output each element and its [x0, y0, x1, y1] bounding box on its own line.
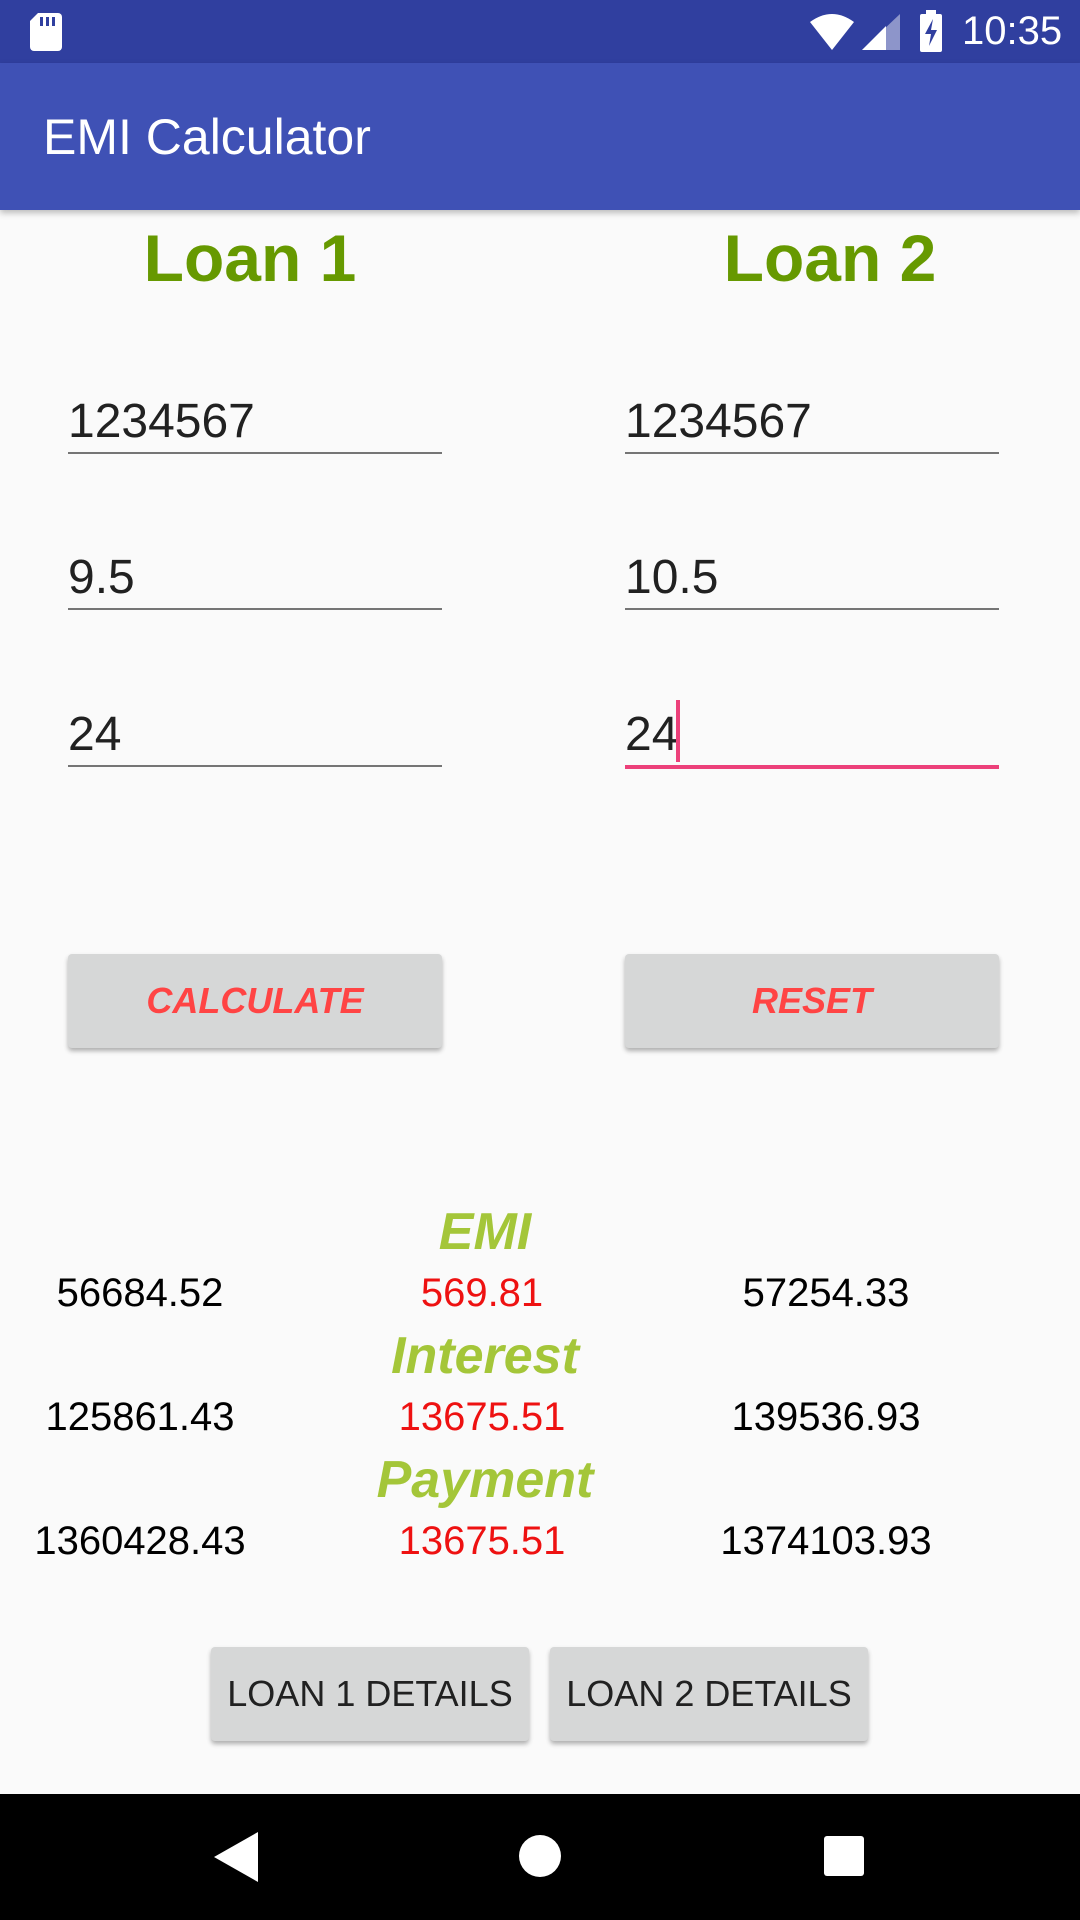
navigation-bar — [0, 1794, 1080, 1920]
interest-difference-value: 13675.51 — [398, 1395, 566, 1439]
loan2-heading: Loan 2 — [723, 221, 937, 295]
reset-button[interactable]: RESET — [625, 954, 999, 1048]
loan1-payment-value: 1360428.43 — [34, 1519, 246, 1563]
loan2-rate-input[interactable] — [625, 548, 999, 610]
calculate-button[interactable]: CALCULATE — [68, 954, 442, 1048]
text-cursor — [676, 700, 680, 762]
loan1-interest-value: 125861.43 — [45, 1395, 235, 1439]
back-icon[interactable] — [214, 1832, 258, 1882]
loan2-details-button[interactable]: LOAN 2 DETAILS — [550, 1647, 868, 1741]
status-bar: 10:35 — [0, 0, 1080, 63]
wifi-icon — [810, 14, 854, 50]
loan2-tenure-input[interactable] — [625, 705, 999, 769]
payment-difference-value: 13675.51 — [398, 1519, 566, 1563]
loan1-details-button[interactable]: LOAN 1 DETAILS — [211, 1647, 529, 1741]
loan1-amount-input[interactable] — [68, 392, 442, 454]
loan1-tenure-input[interactable] — [68, 705, 442, 767]
recent-apps-icon[interactable] — [824, 1836, 864, 1876]
payment-label: Payment — [376, 1451, 594, 1509]
loan2-amount-input[interactable] — [625, 392, 999, 454]
home-icon[interactable] — [518, 1834, 562, 1878]
loan1-heading: Loan 1 — [143, 221, 357, 295]
app-title: EMI Calculator — [43, 109, 371, 165]
interest-label: Interest — [391, 1327, 579, 1385]
loan1-rate-input[interactable] — [68, 548, 442, 610]
loan2-emi-value: 57254.33 — [742, 1271, 910, 1315]
loan2-interest-value: 139536.93 — [731, 1395, 921, 1439]
loan2-payment-value: 1374103.93 — [720, 1519, 932, 1563]
app-bar: EMI Calculator — [0, 63, 1080, 210]
emi-difference-value: 569.81 — [420, 1271, 544, 1315]
battery-charging-icon — [920, 10, 942, 52]
cell-signal-icon — [862, 14, 900, 50]
sd-card-icon — [30, 13, 62, 51]
loan1-emi-value: 56684.52 — [56, 1271, 224, 1315]
status-time: 10:35 — [962, 9, 1063, 53]
emi-label: EMI — [438, 1203, 532, 1261]
